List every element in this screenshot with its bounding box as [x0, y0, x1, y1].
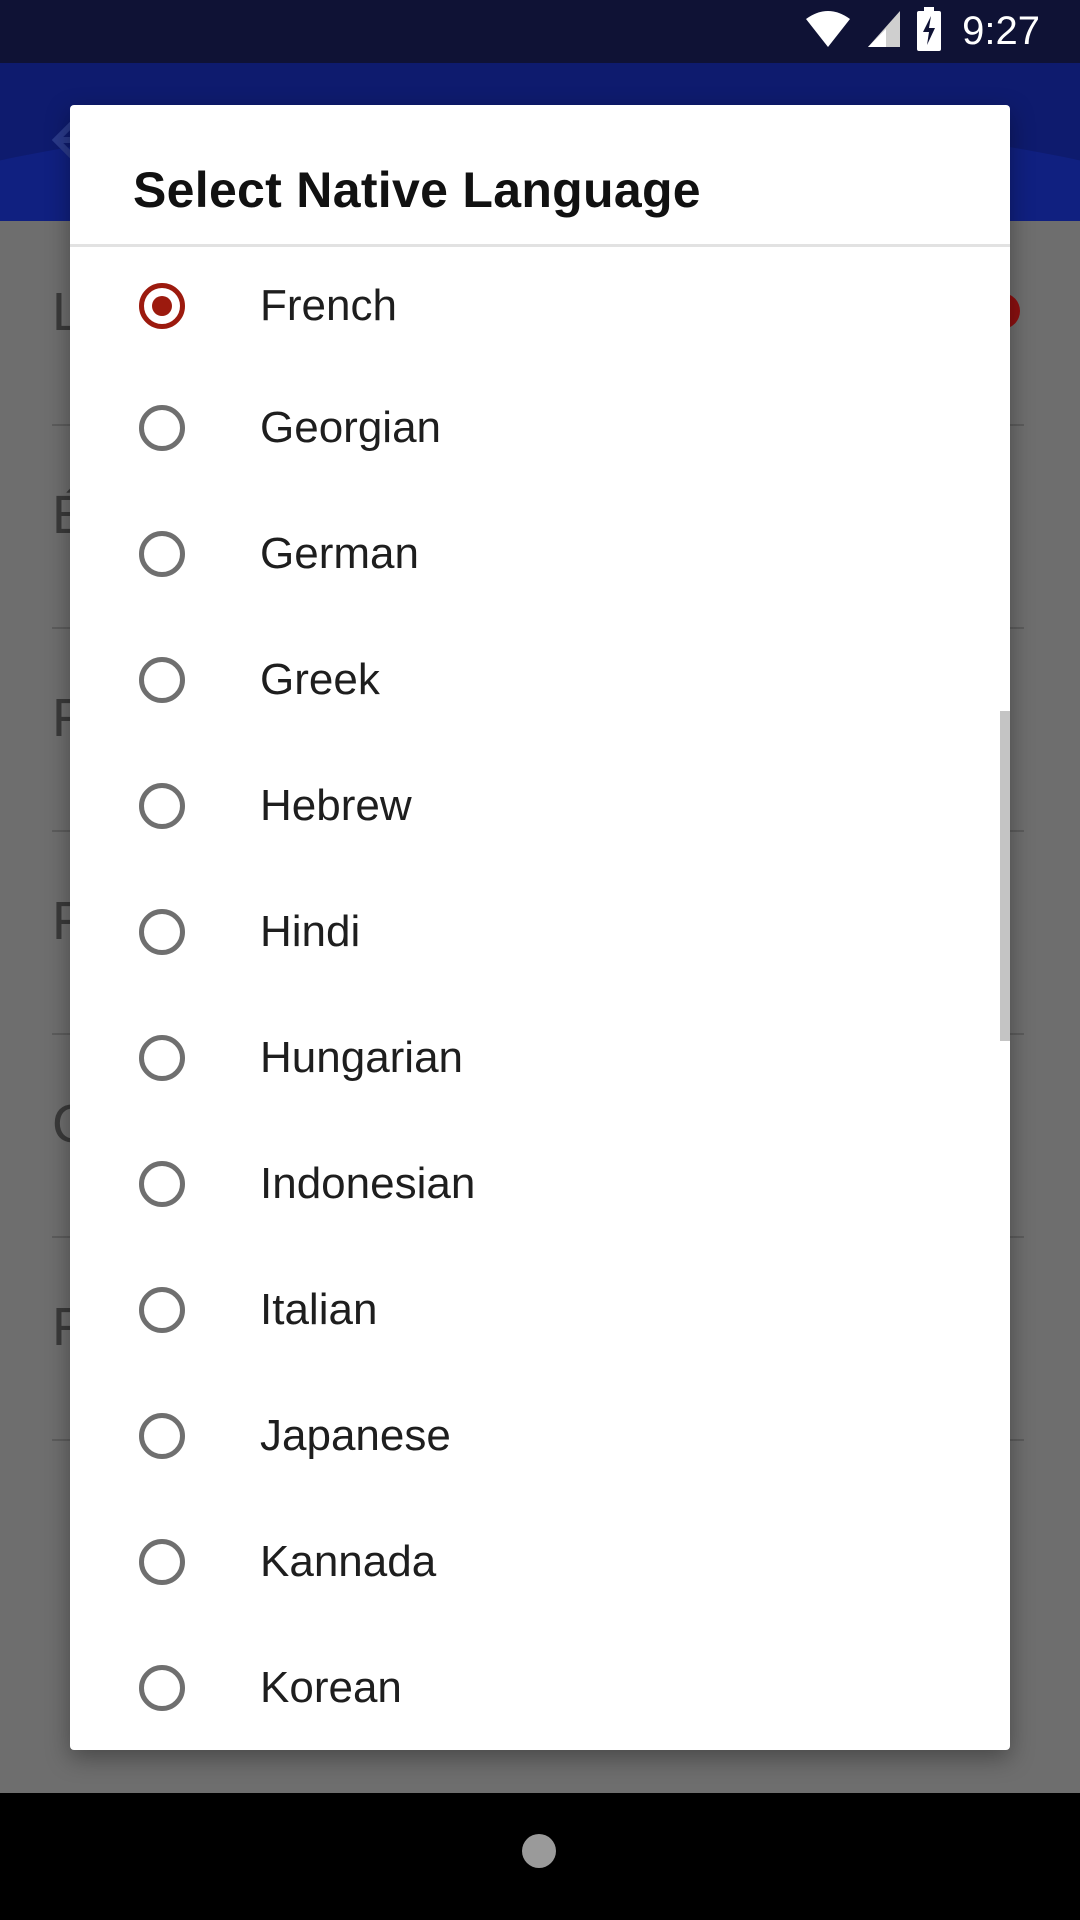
language-option-label: French	[260, 281, 397, 330]
status-bar: 9:27	[0, 0, 1080, 63]
radio-button-checked[interactable]	[139, 283, 185, 329]
home-button[interactable]	[522, 1834, 556, 1868]
radio-button[interactable]	[139, 1035, 185, 1081]
radio-button[interactable]	[139, 1287, 185, 1333]
language-dialog: Select Native Language French Georgian G…	[70, 105, 1010, 1750]
wifi-icon	[804, 9, 852, 54]
language-option-label: Japanese	[260, 1411, 451, 1460]
radio-button[interactable]	[139, 405, 185, 451]
language-option-german[interactable]: German	[70, 491, 1010, 617]
dialog-title: Select Native Language	[133, 162, 701, 218]
scrollbar-thumb[interactable]	[1000, 711, 1010, 1041]
language-option-french[interactable]: French	[70, 247, 1010, 365]
radio-button[interactable]	[139, 783, 185, 829]
language-option-label: Italian	[260, 1285, 378, 1334]
language-option-label: Indonesian	[260, 1159, 476, 1208]
language-option-label: Hungarian	[260, 1033, 464, 1082]
language-option-label: Georgian	[260, 403, 442, 452]
signal-icon	[866, 9, 902, 54]
language-option-indonesian[interactable]: Indonesian	[70, 1121, 1010, 1247]
status-time: 9:27	[962, 9, 1040, 53]
radio-button[interactable]	[139, 1161, 185, 1207]
radio-button[interactable]	[139, 531, 185, 577]
language-options-list[interactable]: French Georgian German Greek Hebrew Hind…	[70, 247, 1010, 1750]
language-option-label: Hebrew	[260, 781, 412, 830]
language-option-label: Kannada	[260, 1537, 437, 1586]
language-option-greek[interactable]: Greek	[70, 617, 1010, 743]
status-icons: 9:27	[804, 0, 1040, 63]
language-option-label: Korean	[260, 1663, 402, 1712]
radio-button[interactable]	[139, 909, 185, 955]
battery-charging-icon	[916, 7, 942, 56]
language-option-kannada[interactable]: Kannada	[70, 1499, 1010, 1625]
radio-button[interactable]	[139, 1665, 185, 1711]
language-option-korean[interactable]: Korean	[70, 1625, 1010, 1750]
language-option-label: Hindi	[260, 907, 361, 956]
language-option-label: German	[260, 529, 419, 578]
radio-button[interactable]	[139, 657, 185, 703]
language-option-italian[interactable]: Italian	[70, 1247, 1010, 1373]
language-option-hungarian[interactable]: Hungarian	[70, 995, 1010, 1121]
radio-button[interactable]	[139, 1539, 185, 1585]
radio-button[interactable]	[139, 1413, 185, 1459]
language-option-label: Greek	[260, 655, 380, 704]
language-option-hebrew[interactable]: Hebrew	[70, 743, 1010, 869]
navigation-bar	[0, 1793, 1080, 1920]
language-option-georgian[interactable]: Georgian	[70, 365, 1010, 491]
language-option-japanese[interactable]: Japanese	[70, 1373, 1010, 1499]
language-option-hindi[interactable]: Hindi	[70, 869, 1010, 995]
